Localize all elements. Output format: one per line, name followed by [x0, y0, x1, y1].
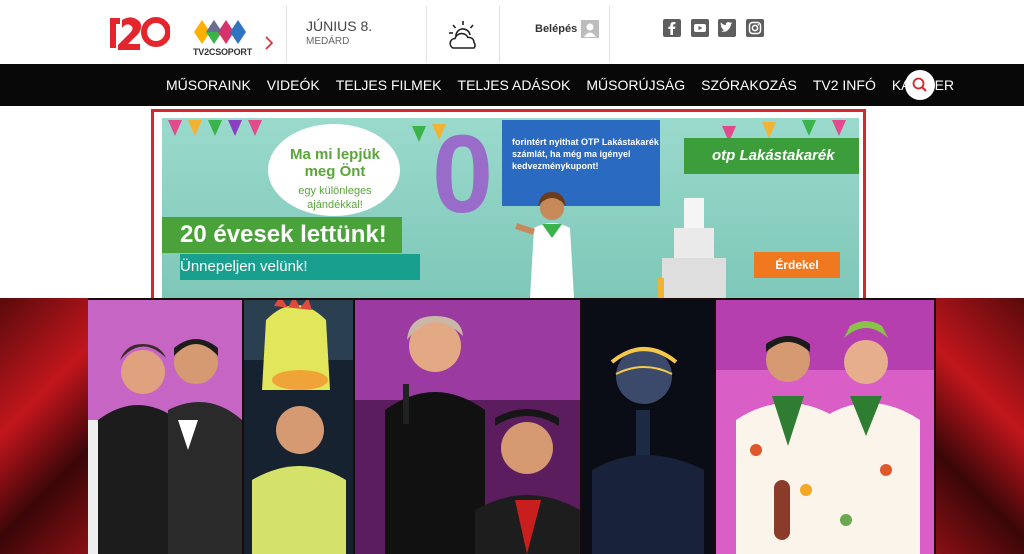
ad-cake-decoration — [658, 198, 726, 298]
nav-item[interactable]: TV2 INFÓ — [805, 64, 884, 106]
nameday-text: MEDÁRD — [306, 36, 350, 47]
instagram-icon[interactable] — [746, 19, 764, 37]
login-label: Belépés — [535, 23, 578, 35]
tv2-logo[interactable] — [108, 14, 170, 50]
divider — [426, 6, 427, 62]
hero-photo-strip — [0, 298, 1024, 554]
search-icon — [912, 77, 927, 92]
photo-bird-costume — [244, 300, 353, 554]
ad-cloud-subtitle: egy különleges ajándékkal! — [298, 185, 372, 211]
top-bar: TV2CSOPORT JÚNIUS 8. MEDÁRD Belépés — [0, 0, 1024, 64]
ad-cloud-title: Ma mi lepjük meg Önt — [289, 146, 381, 180]
divider — [286, 6, 287, 62]
nav-item[interactable]: MŰSORÚJSÁG — [578, 64, 693, 106]
otp-ad-banner[interactable]: Ma mi lepjük meg Önt egy különleges aján… — [162, 118, 859, 298]
nav-item[interactable]: SZÓRAKOZÁS — [693, 64, 805, 106]
youtube-icon[interactable] — [691, 19, 709, 37]
group-logo-text: TV2CSOPORT — [193, 47, 253, 57]
date-text: JÚNIUS 8. — [306, 18, 373, 34]
nav-items: MŰSORAINK VIDEÓK TELJES FILMEK TELJES ADÁSO… — [158, 64, 962, 106]
divider — [499, 6, 500, 62]
ad-cta-button[interactable]: Érdekel — [754, 252, 840, 278]
nav-item[interactable]: TELJES FILMEK — [328, 64, 450, 106]
divider — [609, 6, 610, 62]
user-icon — [581, 20, 600, 38]
photo-tile[interactable] — [582, 300, 714, 554]
photo-singer-duet — [355, 300, 580, 554]
photo-led-performer — [582, 300, 714, 554]
stage-light-right — [936, 298, 1024, 554]
search-button[interactable] — [905, 70, 935, 100]
facebook-icon[interactable] — [663, 19, 681, 37]
photo-tile[interactable] — [244, 300, 353, 554]
chevron-right-icon[interactable] — [262, 36, 276, 50]
photo-tile[interactable] — [716, 300, 934, 554]
ad-model-figure — [515, 192, 574, 298]
ad-zero-numeral: 0 — [432, 118, 494, 236]
nav-item[interactable]: TELJES ADÁSOK — [450, 64, 579, 106]
partly-cloudy-icon[interactable] — [446, 20, 480, 52]
ad-celebrate-banner: Ünnepeljen velünk! — [180, 254, 420, 280]
photo-tile[interactable] — [88, 300, 242, 554]
tv2-group-logo[interactable]: TV2CSOPORT — [192, 18, 253, 58]
ad-years-banner: 20 évesek lettünk! — [162, 217, 402, 253]
ad-bubble-text: forintért nyithat OTP Lakástakarék száml… — [512, 137, 659, 171]
photo-couple-hug — [88, 300, 242, 554]
twitter-icon[interactable] — [718, 19, 736, 37]
photo-tile[interactable] — [355, 300, 580, 554]
group-logo-mark — [194, 20, 246, 44]
otp-brand-logo: otp Lakástakarék — [684, 138, 859, 174]
stage-light-left — [0, 298, 88, 554]
nav-item[interactable]: VIDEÓK — [259, 64, 328, 106]
nav-item[interactable]: MŰSORAINK — [158, 64, 259, 106]
photo-vegetable-costumes — [716, 300, 934, 554]
login-button[interactable]: Belépés — [535, 20, 600, 38]
main-nav: MŰSORAINK VIDEÓK TELJES FILMEK TELJES ADÁSO… — [0, 64, 1024, 106]
